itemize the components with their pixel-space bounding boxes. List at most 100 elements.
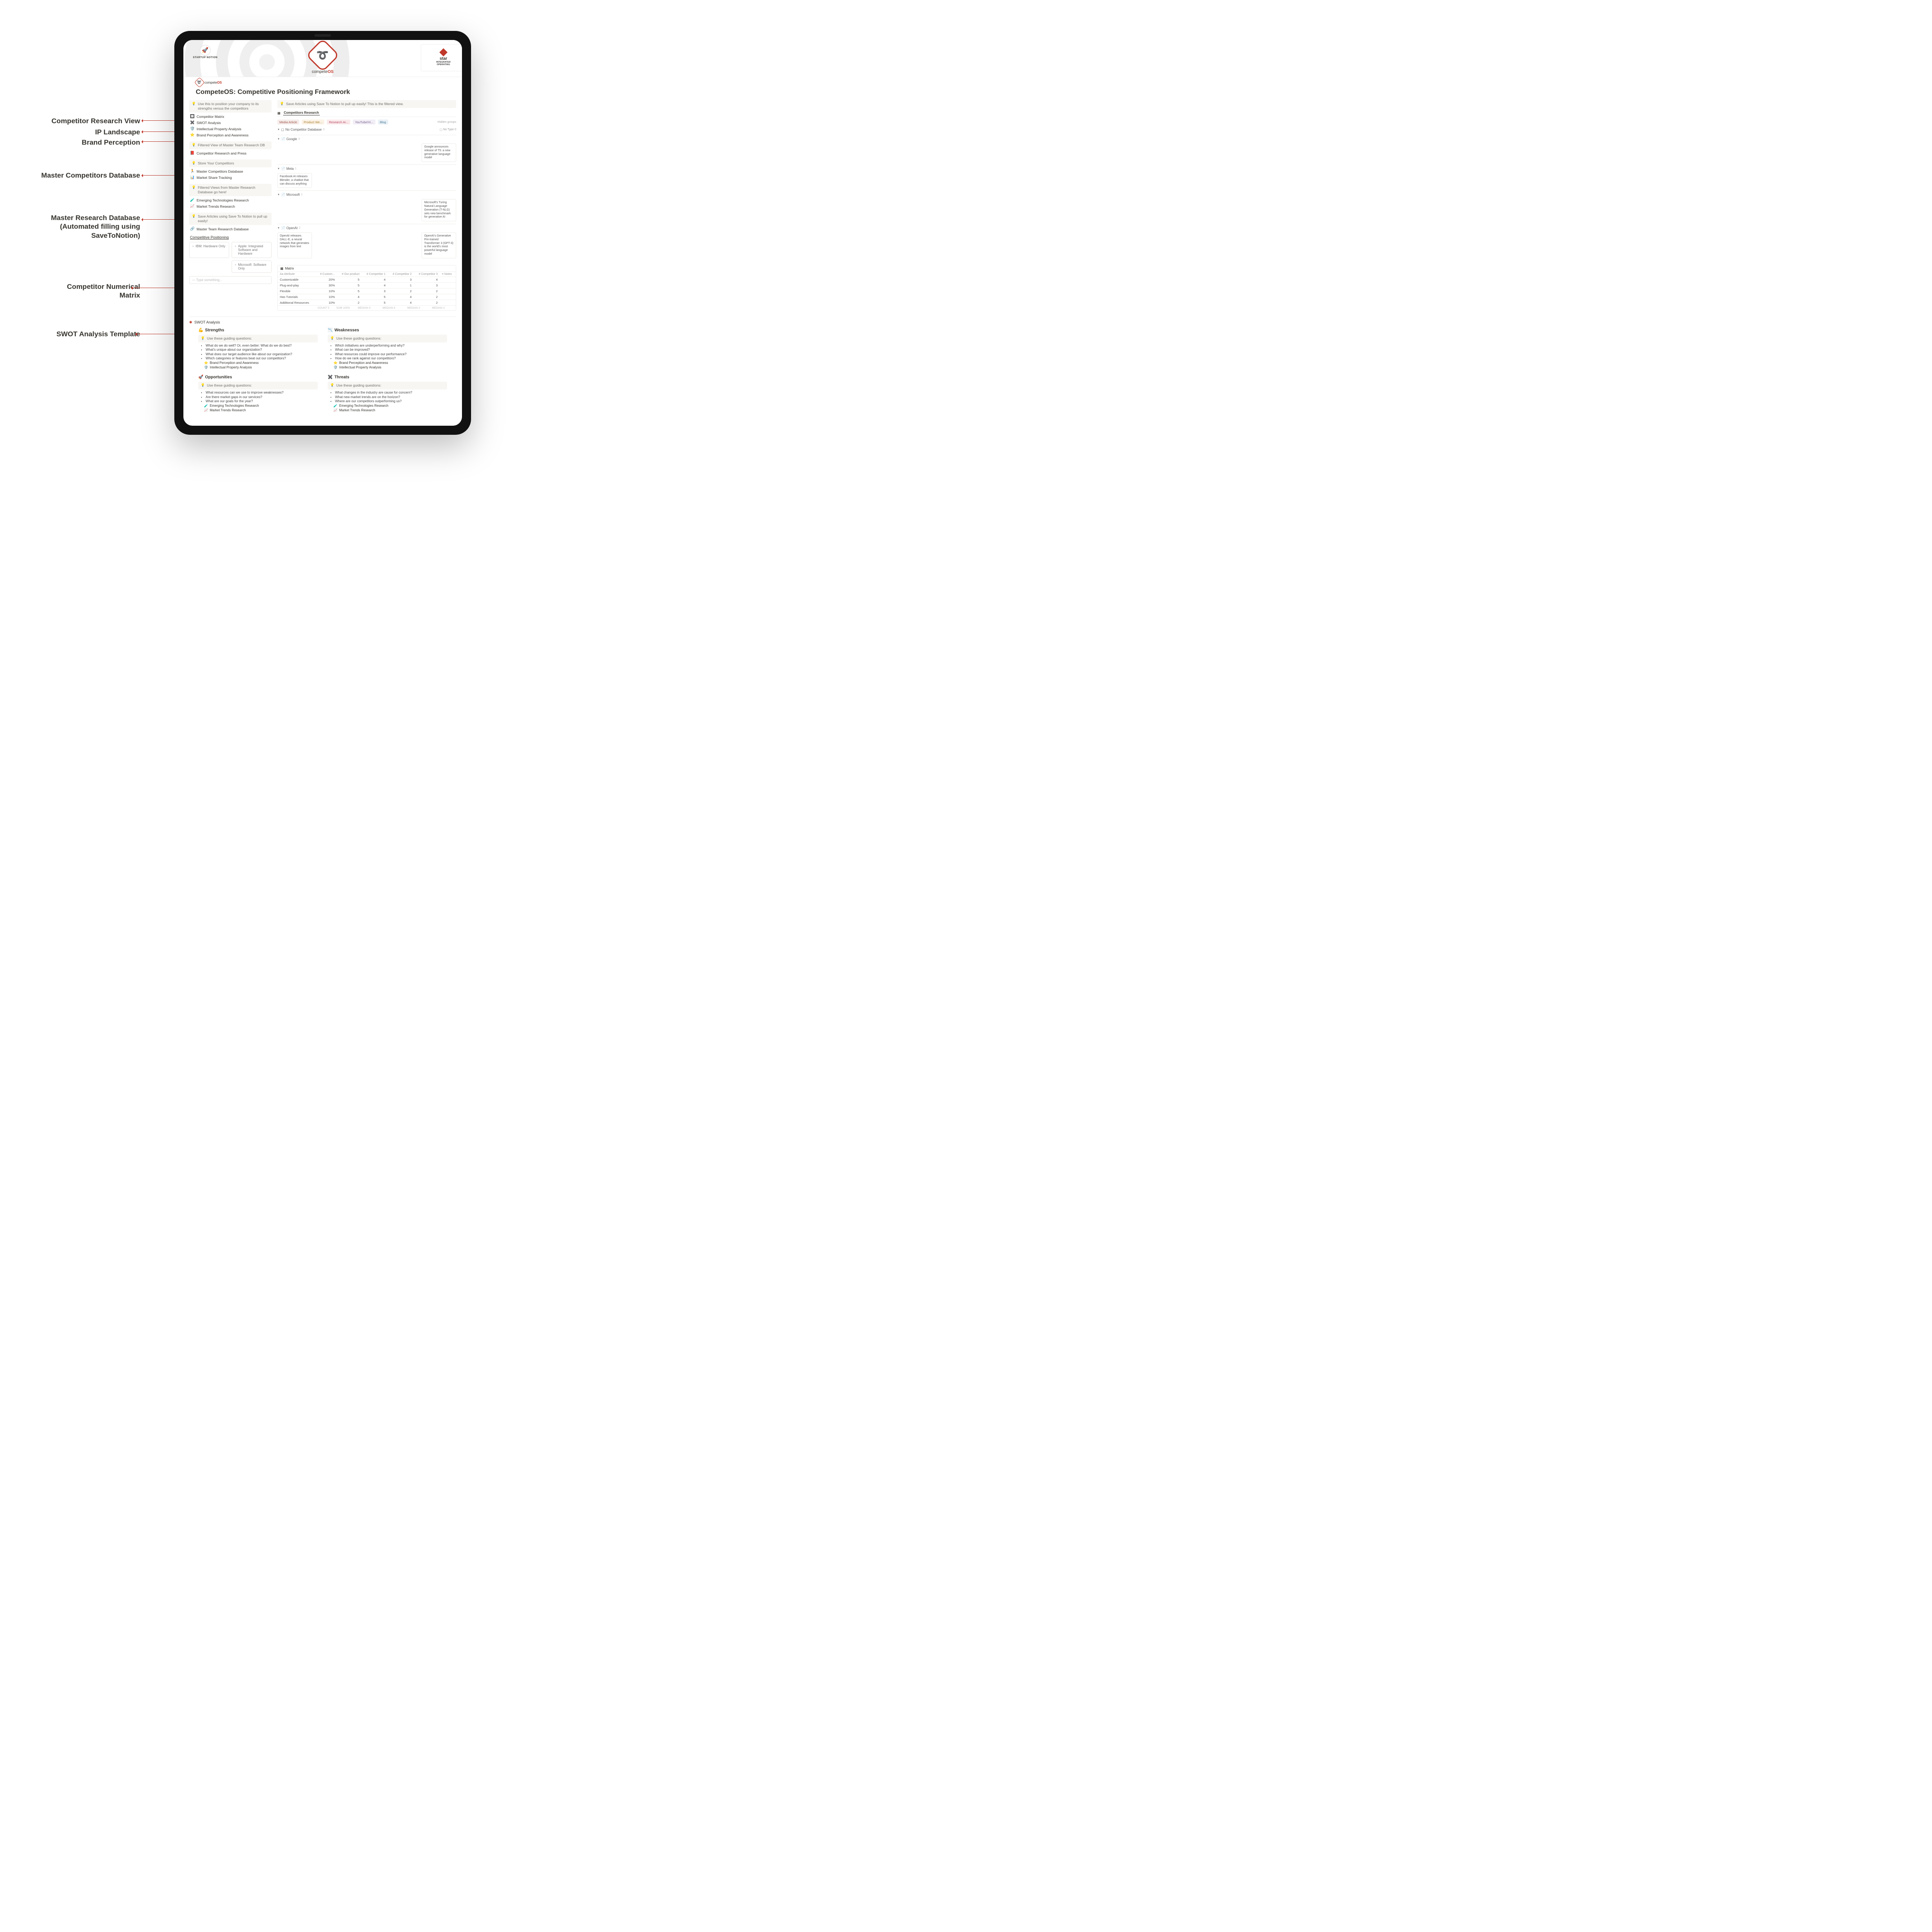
swot-link[interactable]: 🛡️Intellectual Property Analysis	[328, 366, 447, 369]
callout-store: 💡Store Your Competitors	[189, 159, 272, 167]
research-card	[314, 232, 348, 258]
nav-label: SWOT Analysis	[197, 121, 221, 125]
swot-question: Which initiatives are underperforming an…	[335, 344, 447, 347]
positioning-chip[interactable]: +IBM: Hardware Only	[189, 242, 229, 258]
nav-item[interactable]: 📈Market Trends Research	[189, 203, 272, 209]
callout-positioning: 💡Use this to position your company to it…	[189, 100, 272, 113]
matrix-header[interactable]: # Competitor 2	[387, 272, 413, 277]
nav-item[interactable]: 📕Competitor Research and Press	[189, 150, 272, 156]
app-screen: 🚀 STARTUP NOTION ➰ competeOS star INTEGR…	[183, 40, 462, 426]
competitor-group: ▼ 📄 OpenAI 2OpenAI releases DALL-E, a ne…	[277, 224, 456, 261]
opportunities-icon: 🚀	[198, 375, 203, 380]
square-icon	[439, 48, 448, 56]
swot-question: Where are our competitors outperforming …	[335, 399, 447, 403]
nav-icon: 📊	[190, 175, 195, 180]
nav-item[interactable]: 🔗Master Team Research Database	[189, 226, 272, 232]
swot-question: What are our goals for the year?	[206, 399, 318, 403]
weaknesses-icon: 📉	[328, 328, 333, 333]
swot-link[interactable]: 🧪Emerging Technologies Research	[198, 404, 318, 408]
research-card	[386, 232, 420, 258]
filter-blog[interactable]: Blog	[378, 120, 388, 124]
research-card[interactable]: Microsoft's Turing Natural Language Gene…	[422, 199, 456, 221]
positioning-chip[interactable]: +Microsoft: Software Only	[232, 260, 272, 273]
no-type-col[interactable]: ▢ No Type 0	[440, 128, 456, 131]
group-header[interactable]: ▼ 📄 Meta 1	[277, 166, 456, 171]
swot-link[interactable]: ⭐Brand Perception and Awareness	[198, 361, 318, 365]
research-card[interactable]: Facebook AI releases Blender, a chatbot …	[277, 173, 312, 188]
matrix-header[interactable]: # Competitor 3	[414, 272, 440, 277]
nav-label: Competitor Matrix	[197, 115, 224, 119]
research-card	[349, 232, 384, 258]
nav-icon: 🧪	[190, 198, 195, 202]
bulb-icon: 💡	[192, 214, 196, 218]
swot-link[interactable]: 🛡️Intellectual Property Analysis	[198, 366, 318, 369]
research-card[interactable]: Google announces release of T5: a new ge…	[422, 143, 456, 162]
matrix-row[interactable]: Customizable20%5434	[278, 277, 456, 282]
callout-save-articles: 💡Save Articles using Save To Notion to p…	[189, 213, 272, 225]
research-card[interactable]: OpenAI's Generative Pre-trained Transfor…	[422, 232, 456, 258]
link-icon: 📈	[333, 408, 338, 412]
nav-item[interactable]: ✖️SWOT Analysis	[189, 120, 272, 126]
filter-research[interactable]: Research Ar...	[327, 120, 350, 124]
positioning-chip[interactable]: +Apple: Integrated Software and Hardware	[232, 242, 272, 258]
matrix-header[interactable]: ≡ Notes	[440, 272, 456, 277]
swot-link[interactable]: 📈Market Trends Research	[198, 408, 318, 412]
swot-link[interactable]: 📈Market Trends Research	[328, 408, 447, 412]
swot-link[interactable]: 🧪Emerging Technologies Research	[328, 404, 447, 408]
group-header[interactable]: ▼ 📄 Microsoft 1	[277, 192, 456, 197]
swot-link[interactable]: ⭐Brand Perception and Awareness	[328, 361, 447, 365]
nav-item[interactable]: ⭐Brand Perception and Awareness	[189, 132, 272, 138]
link-icon: 🛡️	[333, 366, 338, 369]
research-card	[314, 199, 348, 221]
matrix-table: ▦Matrix Aa Attribute# Custom...# Our pro…	[277, 265, 456, 311]
filter-media[interactable]: Media Article	[277, 120, 299, 124]
nav-item[interactable]: 🛡️Intellectual Property Analysis	[189, 126, 272, 132]
plus-icon: +	[234, 263, 237, 270]
hidden-groups[interactable]: Hidden groups	[437, 121, 456, 124]
label-brand: Brand Perception	[82, 138, 140, 147]
matrix-row[interactable]: Flexible10%5322	[278, 288, 456, 294]
tablet-frame: 🚀 STARTUP NOTION ➰ competeOS star INTEGR…	[174, 31, 471, 435]
link-icon: ⭐	[333, 361, 338, 365]
competitor-group: ▼ 📄 Meta 1 Facebook AI releases Blender, …	[277, 164, 456, 190]
matrix-header[interactable]: # Our product	[337, 272, 361, 277]
swot-weaknesses: 📉Weaknesses 💡Use these guiding questions…	[328, 328, 447, 370]
group-no-db[interactable]: ▼ ▢ No Competitor Database 0	[277, 127, 324, 132]
swot-question: What does our target audience like about…	[206, 352, 318, 356]
swot-section: ✱SWOT Analysis 💪Strengths 💡Use these gui…	[189, 317, 456, 413]
matrix-header[interactable]: Aa Attribute	[278, 272, 316, 277]
label-competitors-db: Master Competitors Database	[41, 171, 140, 180]
nav-item[interactable]: 📊Market Share Tracking	[189, 174, 272, 181]
right-column: 💡Save Articles using Save To Notion to p…	[277, 100, 456, 311]
label-research-db: Master Research Database (Automated fill…	[51, 213, 140, 240]
nav-item[interactable]: 🧪Emerging Technologies Research	[189, 197, 272, 203]
matrix-header[interactable]: # Competitor 1	[361, 272, 387, 277]
group-header[interactable]: ▼ 📄 OpenAI 2	[277, 225, 456, 231]
matrix-row[interactable]: Additional Resources10%2542	[278, 300, 456, 305]
filter-product[interactable]: Product We...	[302, 120, 324, 124]
tab-competitors-research[interactable]: Competitors Research	[283, 110, 320, 115]
research-card	[349, 173, 384, 188]
callout-filtered-views: 💡Filtered Views from Master Research Dat…	[189, 184, 272, 196]
nav-icon: 🏃	[190, 169, 195, 174]
matrix-header[interactable]: # Custom...	[316, 272, 337, 277]
competitor-group: ▼ 📄 Microsoft 1 Microsoft's Turing Natura…	[277, 190, 456, 224]
badge-right: star INTEGRATED OPERATING	[421, 44, 462, 71]
type-input[interactable]: — Type something...	[189, 276, 272, 284]
research-card	[277, 143, 312, 162]
plus-icon: +	[234, 244, 237, 256]
research-card[interactable]: OpenAI releases DALL-E, a neural network…	[277, 232, 312, 258]
nav-item[interactable]: 🏃Master Competitors Database	[189, 168, 272, 174]
nav-icon: ✖️	[190, 120, 195, 125]
brand-logo: ➰ competeOS	[311, 43, 335, 74]
bulb-icon: 💡	[280, 102, 284, 106]
swot-opportunities: 🚀Opportunities 💡Use these guiding questi…	[198, 375, 318, 412]
link-icon: 📈	[204, 408, 208, 412]
filter-youtube[interactable]: YouTube/Vi...	[353, 120, 375, 124]
callout-filtered-view: 💡Filtered View of Master Team Research D…	[189, 141, 272, 149]
group-header[interactable]: ▼ 📄 Google 3	[277, 136, 456, 142]
matrix-row[interactable]: Plug-and-play30%5413	[278, 282, 456, 288]
nav-item[interactable]: 🔲Competitor Matrix	[189, 113, 272, 120]
matrix-row[interactable]: Has Tutorials10%4542	[278, 294, 456, 300]
plus-icon: +	[192, 244, 194, 256]
